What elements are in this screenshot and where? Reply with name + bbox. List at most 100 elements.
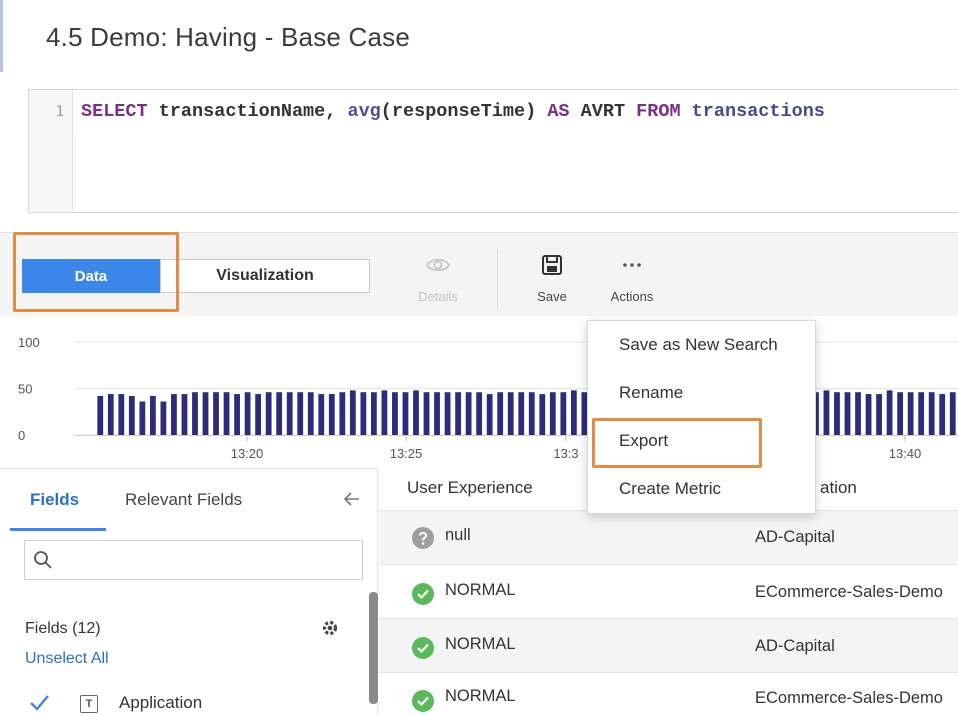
chart-bar [897,392,904,435]
chart-bar [507,392,514,435]
search-icon [34,551,52,569]
chart-bar [107,394,114,435]
menu-item-export[interactable]: Export [619,431,668,451]
field-name-application: Application [119,693,203,712]
field-checkbox-application[interactable] [28,692,50,714]
chart-bar [465,392,472,435]
y-tick-label: 50 [18,382,32,397]
text-type-icon: T [80,695,98,713]
column-header-application[interactable]: ation [820,478,857,498]
chart-bar [213,392,219,435]
chart-bar [276,392,283,435]
query-alias: AVRT [569,101,637,122]
query-function-arg: (responseTime) [380,101,548,122]
check-circle-icon [412,637,434,659]
tab-fields[interactable]: Fields [30,490,79,510]
chart-bar [244,392,251,435]
cell-application: ECommerce-Sales-Demo [755,583,943,601]
page-title: 4.5 Demo: Having - Base Case [46,22,410,52]
cell-user-experience: NORMAL [445,581,516,599]
gear-icon[interactable] [320,618,340,643]
menu-item-create-metric[interactable]: Create Metric [619,479,721,499]
editor-gutter: 1 [29,90,73,212]
chart-bar [255,394,262,435]
tab-relevant-fields[interactable]: Relevant Fields [125,490,242,510]
chart-bar [128,395,135,435]
save-label: Save [537,289,567,304]
chart-bar [381,390,388,435]
toolbar-divider [497,250,498,308]
keyword-select: SELECT [81,101,148,122]
chart-bar [928,392,935,435]
chart-bar [192,392,198,435]
query-function: avg [347,101,381,122]
more-icon [618,251,646,279]
chart-bar [855,392,861,435]
chart-bar [549,392,556,435]
chart-bar [907,392,914,435]
chart-bar [171,394,177,435]
chart-bar [539,394,546,435]
actions-label: Actions [610,289,654,304]
menu-item-rename[interactable]: Rename [619,383,683,403]
chart-bar [307,392,314,435]
chart-bar [339,392,346,435]
table-row[interactable]: NORMAL AD-Capital [379,618,958,672]
chart-bar [402,392,409,435]
chart-bar [886,390,893,435]
chart-bar [844,392,851,435]
query-editor[interactable]: 1 SELECT transactionName, avg(responseTi… [28,89,958,213]
table-row[interactable]: null AD-Capital [379,510,958,564]
line-number: 1 [55,104,64,120]
chart-bar [486,394,493,435]
table-row[interactable]: NORMAL ECommerce-Sales-Demo [379,564,958,618]
menu-item-save-as-new-search[interactable]: Save as New Search [619,335,778,355]
column-header-user-experience[interactable]: User Experience [407,478,533,498]
cell-user-experience: NORMAL [445,687,516,705]
tab-fields-underline [10,528,106,531]
question-icon [412,527,434,549]
field-search-input[interactable] [24,540,363,580]
chart-bar [949,392,956,435]
chart-bar [497,392,504,435]
chart-bar [139,401,146,435]
chart-bar [223,392,230,435]
keyword-from: FROM [636,101,681,122]
fields-count: Fields (12) [25,620,101,637]
chart-bar [918,392,925,435]
x-tick-label: 13:40 [889,446,922,461]
chart-bar [97,395,104,435]
chart-bar [234,394,240,435]
chart-bar [939,394,946,435]
actions-menu: Save as New Search Rename Export Create … [587,320,816,514]
collapse-panel-button[interactable] [343,490,360,512]
keyword-as: AS [547,101,570,122]
tab-data[interactable]: Data [22,259,160,293]
actions-button[interactable]: Actions [602,251,662,304]
unselect-all-link[interactable]: Unselect All [25,650,109,668]
chart-bar [434,392,440,435]
cell-application: ECommerce-Sales-Demo [755,689,943,707]
chart-bar [349,390,356,435]
query-code-line[interactable]: SELECT transactionName, avg(responseTime… [81,101,825,122]
fields-scrollbar[interactable] [369,592,378,704]
chart-bar [518,392,525,435]
chart-bar [823,390,830,435]
chart-bar [834,392,840,435]
chart-bar [181,394,188,435]
chart-bar [413,390,419,435]
tab-visualization[interactable]: Visualization [160,259,370,293]
left-accent-bar [0,0,3,72]
chart-bar [318,394,325,435]
x-tick-label: 13:25 [390,446,423,461]
save-icon [538,251,566,279]
chart-bar [297,392,304,435]
save-button[interactable]: Save [530,251,574,304]
chart-bar [560,392,567,435]
cell-user-experience: NORMAL [445,635,516,653]
arrow-left-icon [343,492,359,506]
details-button[interactable]: Details [410,251,466,304]
chart-bar [876,394,882,435]
table-row[interactable]: NORMAL ECommerce-Sales-Demo [379,672,958,715]
cell-application: AD-Capital [755,528,835,546]
